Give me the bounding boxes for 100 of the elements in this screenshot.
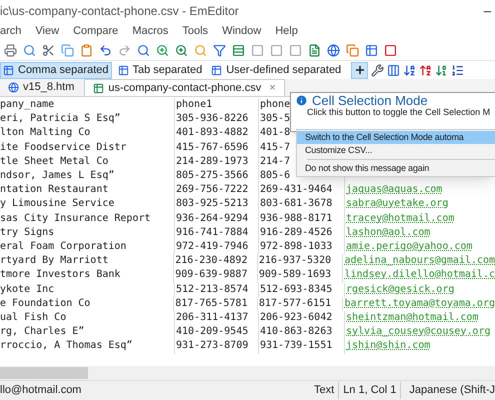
table-cell-text: sas City Insurance Report xyxy=(0,212,152,226)
table-cell: 916-289-4526 xyxy=(258,226,344,240)
tools-icon[interactable] xyxy=(371,64,384,76)
table-cell: 415-767-6596 xyxy=(174,140,258,155)
table-cell-text: eral Foam Corporation xyxy=(0,240,128,254)
square-icon[interactable] xyxy=(384,44,397,57)
document-icon[interactable] xyxy=(308,44,321,57)
globe-icon xyxy=(8,82,19,93)
table-icon[interactable] xyxy=(365,44,378,57)
printer-icon[interactable] xyxy=(4,44,17,57)
table-cell-text: e Foundation Co xyxy=(0,296,92,311)
globe-icon[interactable] xyxy=(327,44,340,57)
scissors-icon[interactable] xyxy=(42,44,55,57)
square-icon[interactable] xyxy=(270,44,283,57)
scrollbar-thumb[interactable] xyxy=(0,367,88,379)
table-cell: 909-589-1693 xyxy=(256,268,342,283)
table-cell: 269-431-9464 xyxy=(258,183,344,198)
email-link[interactable]: lindsey.dilello@hotmail.c xyxy=(344,269,495,280)
email-link[interactable]: amie.perigo@yahoo.com xyxy=(346,241,472,252)
email-link[interactable]: tracey@hotmail.com xyxy=(346,212,454,224)
table-icon xyxy=(211,64,222,76)
table-cell: 805-275-3566 xyxy=(174,169,258,184)
search-icon[interactable] xyxy=(23,44,36,57)
square-icon[interactable] xyxy=(289,44,302,57)
menu-item[interactable]: Tools xyxy=(182,23,208,40)
file-tab[interactable]: us-company-contact-phone.csv × xyxy=(84,79,285,96)
menu-item[interactable]: Window xyxy=(222,23,262,40)
copy-icon[interactable] xyxy=(61,44,74,57)
email-link[interactable]: sylvia_cousey@cousey.org xyxy=(346,326,490,338)
zoom-icon[interactable] xyxy=(156,44,169,57)
table-cell: 512-693-8345 xyxy=(258,282,344,297)
separator-mode-button[interactable]: Tab separated xyxy=(114,62,206,78)
email-link[interactable]: sabra@uyetake.org xyxy=(346,198,448,210)
table-cell: 817-577-6151 xyxy=(256,296,342,312)
menu-item[interactable]: View xyxy=(35,23,60,40)
status-mode: Text xyxy=(313,383,336,398)
email-link[interactable]: jaquas@aquas.com xyxy=(346,184,442,196)
table-cell: 512-213-8574 xyxy=(174,282,258,297)
email-link[interactable]: rgesick@gesick.org xyxy=(346,284,454,295)
menu-option[interactable]: Switch to the Cell Selection Mode automa xyxy=(297,131,495,144)
zoom-icon[interactable] xyxy=(175,44,188,57)
email-link[interactable]: jshin@shin.com xyxy=(346,340,430,352)
sort-icon[interactable] xyxy=(435,64,448,76)
close-tab-button[interactable]: × xyxy=(269,80,276,96)
table-cell: 305-936-8226 xyxy=(174,112,258,126)
table-cell: 410-209-9545 xyxy=(174,325,258,340)
table-cell-text: ykote Inc xyxy=(0,282,56,297)
filter-icon[interactable] xyxy=(213,44,226,57)
list-icon[interactable] xyxy=(451,64,464,76)
table-cell: 206-311-4137 xyxy=(174,311,258,326)
menu-item[interactable]: arch xyxy=(0,23,22,40)
cell-selection-button[interactable] xyxy=(351,62,368,78)
table-cell: 936-264-9294 xyxy=(174,212,258,226)
table-cell: 817-765-5781 xyxy=(173,296,257,312)
email-link[interactable]: lashon@aol.com xyxy=(346,226,430,238)
table-cell: 931-739-1551 xyxy=(258,339,344,354)
undo-icon[interactable] xyxy=(99,44,112,57)
table-cell-text: ual Fish Co xyxy=(0,311,68,326)
table-cell-text: rg, Charles E” xyxy=(0,325,86,340)
table-cell: 803-925-5213 xyxy=(174,197,258,212)
table-cell: 931-273-8709 xyxy=(174,339,258,354)
separator-mode-button[interactable]: User-defined separated xyxy=(208,62,344,78)
table-cell: 916-741-7884 xyxy=(174,226,258,240)
menu-item[interactable]: Compare xyxy=(73,23,118,40)
copy-icon[interactable] xyxy=(346,44,359,57)
email-link[interactable]: adelina_nabours@gmail.com xyxy=(344,255,495,266)
plus-icon xyxy=(354,64,366,76)
menu-item[interactable]: Help xyxy=(275,23,298,40)
table-cell: 803-681-3678 xyxy=(258,197,344,212)
sort-icon[interactable] xyxy=(403,64,416,76)
clipboard-icon[interactable] xyxy=(80,44,93,57)
separator-mode-button[interactable]: Comma separated xyxy=(0,62,112,78)
square-icon[interactable] xyxy=(251,44,264,57)
table-cell-text: ntation Restaurant xyxy=(0,183,110,198)
window-title: ic\us-company-contact-phone.csv - EmEditor xyxy=(0,3,239,20)
menu-item[interactable]: Macros xyxy=(132,23,168,40)
table-cell: 214-289-1973 xyxy=(174,154,258,170)
table-cell: 909-639-9887 xyxy=(173,268,257,283)
table-cell: 972-898-1033 xyxy=(258,240,344,254)
table-cell: 269-756-7222 xyxy=(174,183,258,198)
email-link[interactable]: barrett.toyama@toyama.org xyxy=(344,298,495,309)
columns-icon[interactable] xyxy=(387,64,400,76)
table-cell-text: rtyard By Marriott xyxy=(0,254,110,268)
email-link[interactable]: sheintzman@hotmail.com xyxy=(346,312,478,324)
table-cell: 410-863-8263 xyxy=(258,325,344,340)
table-cell-text: ite Foodservice Distr xyxy=(0,140,128,155)
table-cell: 972-419-7946 xyxy=(174,240,258,254)
status-text: llo@hotmail.com xyxy=(0,383,82,398)
minimize-button[interactable]: – xyxy=(484,1,495,21)
table-cell: 936-988-8171 xyxy=(258,212,344,226)
sort-icon[interactable] xyxy=(419,64,432,76)
table-cell-text: y Limousine Service xyxy=(0,197,116,212)
rows-icon[interactable] xyxy=(232,44,245,57)
table-cell-text: tmore Investors Bank xyxy=(0,268,122,282)
status-position: Ln 1, Col 1 xyxy=(338,382,400,399)
search-icon[interactable] xyxy=(137,44,150,57)
redo-icon[interactable] xyxy=(118,44,131,57)
column-header: phone1 xyxy=(174,98,258,112)
table-cell-text: eri, Patricia S Esq” xyxy=(0,112,122,126)
table-cell-text: tle Sheet Metal Co xyxy=(0,154,110,169)
